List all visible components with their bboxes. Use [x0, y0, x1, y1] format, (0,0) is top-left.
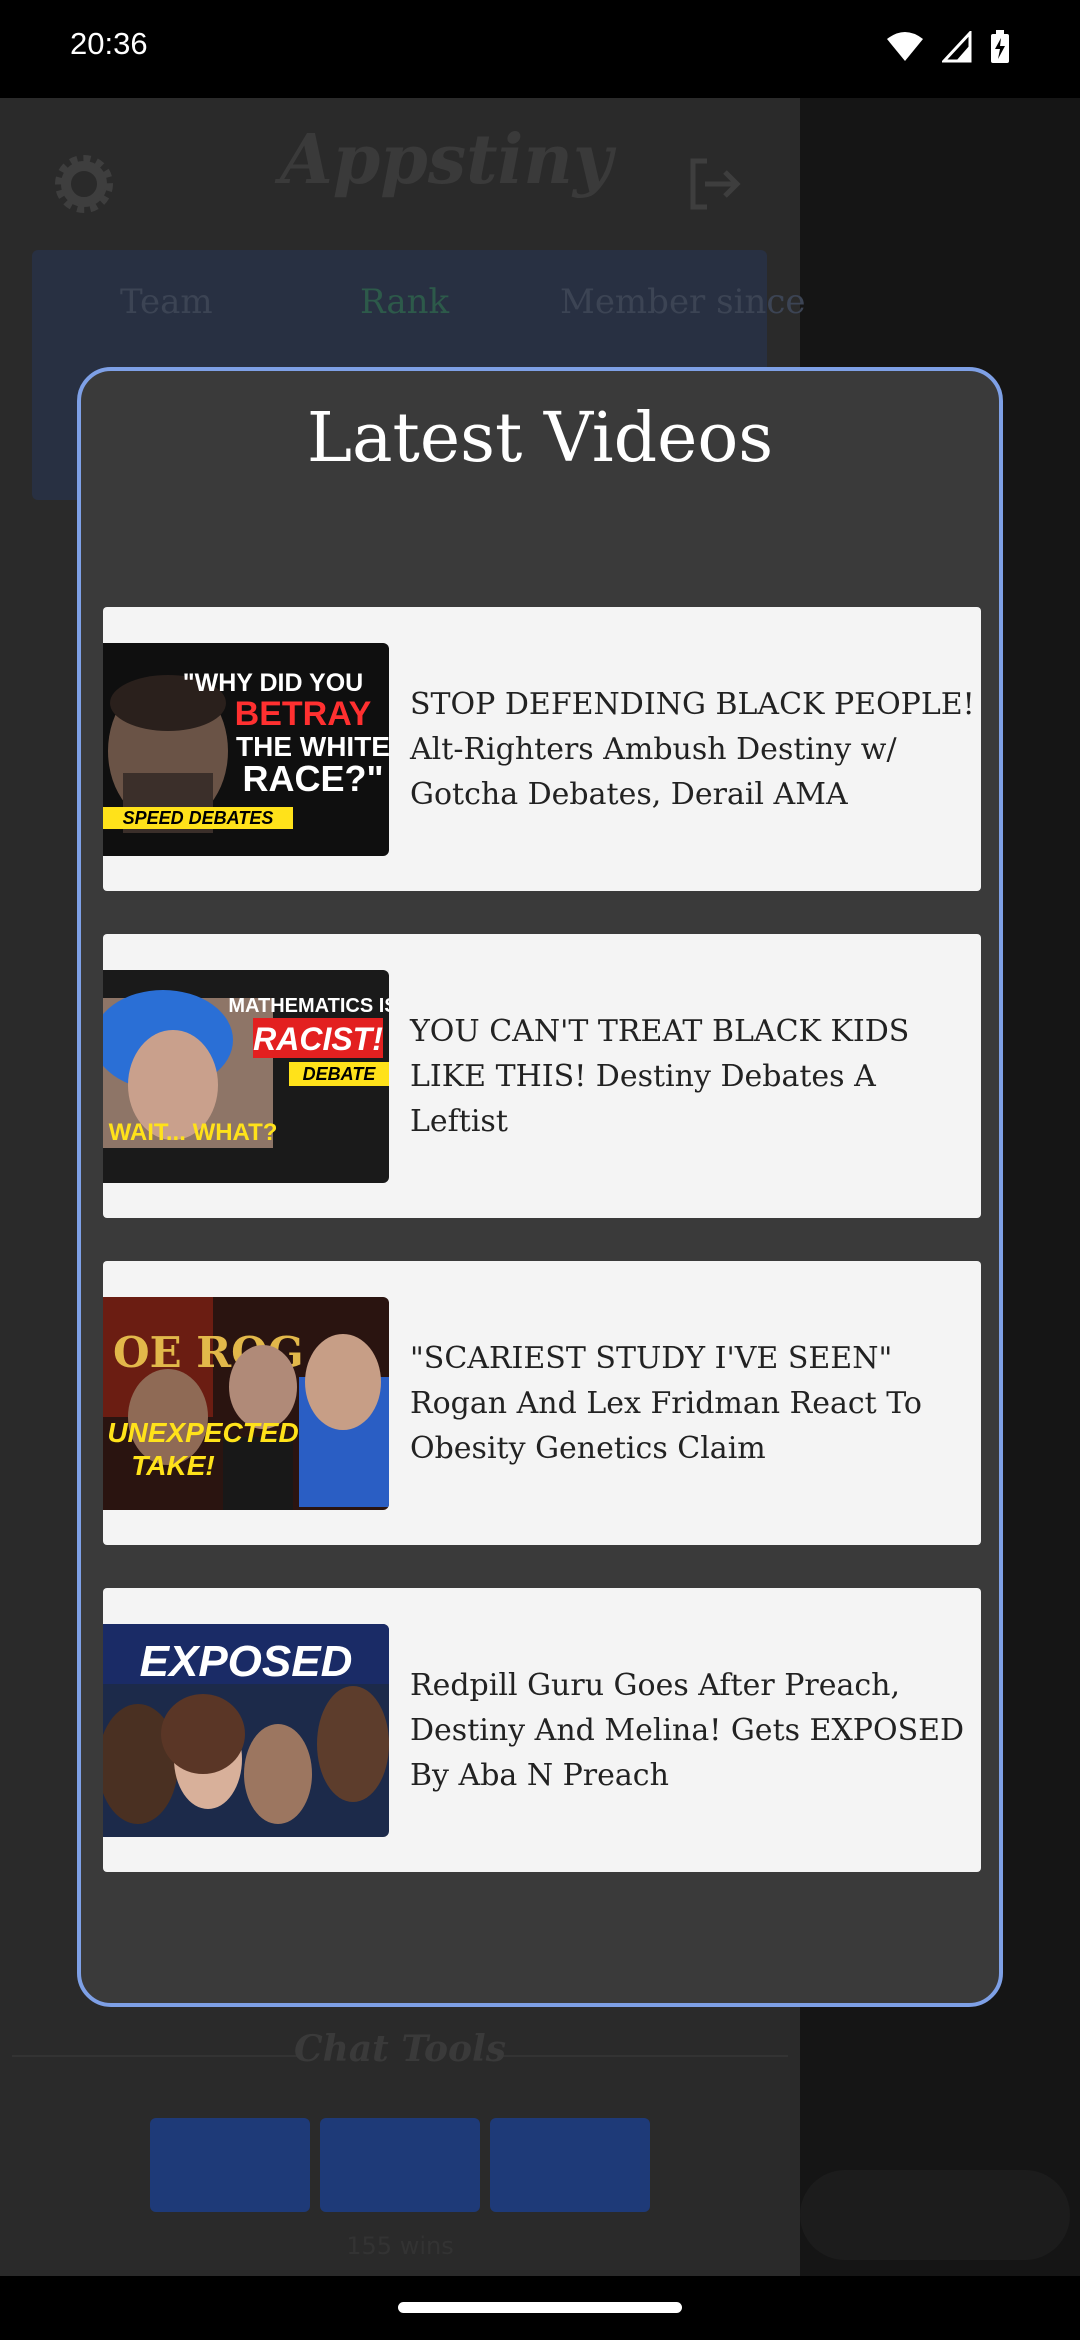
screen-button[interactable] — [490, 2118, 650, 2212]
home-gesture-handle[interactable] — [398, 2302, 682, 2313]
status-time: 20:36 — [70, 26, 148, 61]
thumb-1-line-2: BETRAY — [235, 695, 372, 733]
latest-videos-modal: Latest Videos "WHY DID YOU BETRAY THE WH… — [77, 367, 1003, 2007]
column-team: Team — [120, 282, 213, 322]
status-icons — [886, 30, 1010, 64]
thumb-1-line-1: "WHY DID YOU — [183, 669, 363, 697]
video-title-1[interactable]: STOP DEFENDING BLACK PEOPLE! Alt-Righter… — [410, 607, 980, 891]
video-card-3[interactable]: OE ROG UNEXPECTED TAKE! "SCARIEST STUDY … — [103, 1261, 981, 1545]
thumb-3-line-2: TAKE! — [131, 1450, 214, 1481]
footer-text: 155 wins — [346, 2232, 454, 2260]
app-logo: Appstiny — [280, 120, 613, 200]
thumb-1-tag: SPEED DEBATES — [123, 808, 274, 828]
chat-tools-title: Chat Tools — [294, 2028, 506, 2070]
status-bar: 20:36 — [0, 0, 1080, 98]
thumb-4-line-1: EXPOSED — [140, 1637, 353, 1686]
video-title-2[interactable]: YOU CAN'T TREAT BLACK KIDS LIKE THIS! De… — [410, 934, 980, 1218]
column-rank: Rank — [360, 282, 450, 322]
video-thumbnail-3: OE ROG UNEXPECTED TAKE! — [103, 1297, 389, 1510]
column-member-since: Member since — [560, 282, 806, 322]
thumb-3-line-1: UNEXPECTED — [107, 1417, 298, 1448]
wifi-icon — [887, 32, 923, 61]
video-thumbnail-1: "WHY DID YOU BETRAY THE WHITE RACE?" SPE… — [103, 643, 389, 856]
video-title-4[interactable]: Redpill Guru Goes After Preach, Destiny … — [410, 1588, 980, 1872]
video-thumbnail-4: EXPOSED — [103, 1624, 389, 1837]
thumb-1-line-4: RACE?" — [242, 758, 383, 799]
chat-input-pill[interactable] — [800, 2170, 1070, 2260]
logout-icon[interactable] — [685, 155, 743, 213]
battery-charging-icon — [991, 30, 1009, 63]
thumb-2-line-1: MATHEMATICS IS — [228, 995, 389, 1017]
thumb-2-line-3: DEBATE — [303, 1064, 377, 1084]
navigation-bar — [0, 2276, 1080, 2340]
video-card-1[interactable]: "WHY DID YOU BETRAY THE WHITE RACE?" SPE… — [103, 607, 981, 891]
thumb-2-line-2: RACIST! — [253, 1021, 383, 1057]
video-thumbnail-2: MATHEMATICS IS RACIST! DEBATE WAIT... WH… — [103, 970, 389, 1183]
video-card-2[interactable]: MATHEMATICS IS RACIST! DEBATE WAIT... WH… — [103, 934, 981, 1218]
thumb-2-line-4: WAIT... WHAT? — [109, 1119, 278, 1146]
emoji-button[interactable] — [320, 2118, 480, 2212]
members-button[interactable] — [150, 2118, 310, 2212]
settings-gear-icon[interactable] — [55, 155, 113, 213]
modal-title: Latest Videos — [306, 399, 774, 478]
signal-icon — [942, 31, 972, 63]
video-card-4[interactable]: EXPOSED Redpill Guru Goes After Preach, … — [103, 1588, 981, 1872]
video-title-3[interactable]: "SCARIEST STUDY I'VE SEEN" Rogan And Lex… — [410, 1261, 980, 1545]
